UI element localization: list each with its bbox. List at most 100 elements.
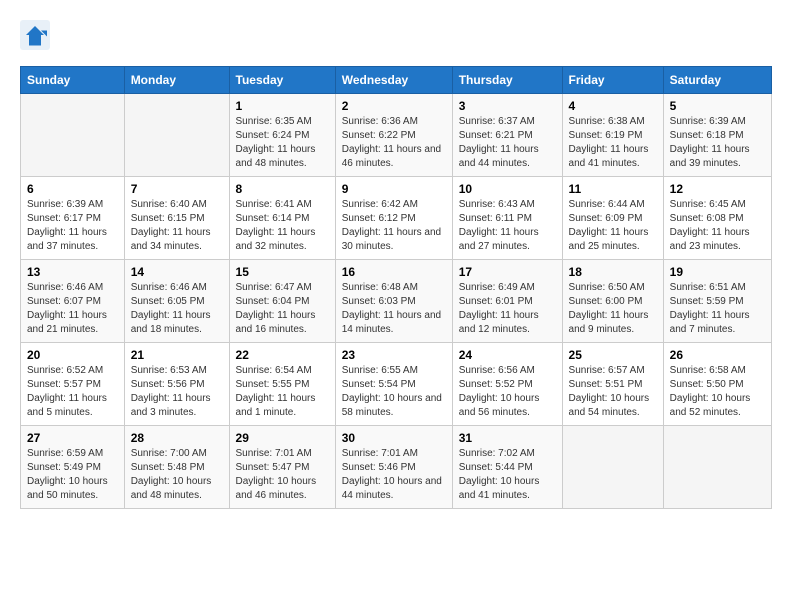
day-info: Sunrise: 7:00 AM Sunset: 5:48 PM Dayligh…: [131, 447, 223, 503]
calendar-cell: 13Sunrise: 6:46 AM Sunset: 6:07 PM Dayli…: [21, 260, 125, 343]
day-info: Sunrise: 6:57 AM Sunset: 5:51 PM Dayligh…: [569, 364, 657, 420]
day-number: 29: [236, 431, 329, 445]
calendar-body: 1 Sunrise: 6:35 AM Sunset: 6:24 PM Daylig…: [21, 94, 772, 509]
day-info: Sunrise: 7:01 AM Sunset: 5:47 PM Dayligh…: [236, 447, 329, 503]
calendar-cell: 23Sunrise: 6:55 AM Sunset: 5:54 PM Dayli…: [335, 343, 452, 426]
calendar-cell: [21, 94, 125, 177]
day-info: Sunrise: 6:42 AM Sunset: 6:12 PM Dayligh…: [342, 198, 446, 254]
day-info: Sunrise: 6:46 AM Sunset: 6:05 PM Dayligh…: [131, 281, 223, 337]
calendar-cell: 8 Sunrise: 6:41 AM Sunset: 6:14 PM Daylig…: [229, 177, 335, 260]
day-number: 26: [670, 348, 765, 362]
day-info: Sunrise: 6:43 AM Sunset: 6:11 PM Dayligh…: [459, 198, 556, 254]
day-info: Sunrise: 6:45 AM Sunset: 6:08 PM Dayligh…: [670, 198, 765, 254]
day-number: 3: [459, 99, 556, 113]
page-header: [20, 20, 772, 50]
calendar-cell: 2 Sunrise: 6:36 AM Sunset: 6:22 PM Daylig…: [335, 94, 452, 177]
logo: [20, 20, 54, 50]
day-number: 11: [569, 182, 657, 196]
day-number: 6: [27, 182, 118, 196]
calendar-week-3: 20Sunrise: 6:52 AM Sunset: 5:57 PM Dayli…: [21, 343, 772, 426]
day-number: 13: [27, 265, 118, 279]
day-info: Sunrise: 6:47 AM Sunset: 6:04 PM Dayligh…: [236, 281, 329, 337]
calendar-cell: 27 Sunrise: 6:59 AM Sunset: 5:49 PM Dayli…: [21, 426, 125, 509]
day-number: 1: [236, 99, 329, 113]
day-info: Sunrise: 6:48 AM Sunset: 6:03 PM Dayligh…: [342, 281, 446, 337]
day-number: 30: [342, 431, 446, 445]
calendar-cell: 6 Sunrise: 6:39 AM Sunset: 6:17 PM Daylig…: [21, 177, 125, 260]
day-info: Sunrise: 6:35 AM Sunset: 6:24 PM Dayligh…: [236, 115, 329, 171]
day-info: Sunrise: 6:36 AM Sunset: 6:22 PM Dayligh…: [342, 115, 446, 171]
calendar-cell: 7 Sunrise: 6:40 AM Sunset: 6:15 PM Daylig…: [124, 177, 229, 260]
day-number: 7: [131, 182, 223, 196]
calendar-cell: 12Sunrise: 6:45 AM Sunset: 6:08 PM Dayli…: [663, 177, 771, 260]
weekday-header-thursday: Thursday: [452, 67, 562, 94]
calendar-cell: 28 Sunrise: 7:00 AM Sunset: 5:48 PM Dayli…: [124, 426, 229, 509]
day-number: 31: [459, 431, 556, 445]
calendar-table: SundayMondayTuesdayWednesdayThursdayFrid…: [20, 66, 772, 509]
day-number: 25: [569, 348, 657, 362]
day-info: Sunrise: 7:02 AM Sunset: 5:44 PM Dayligh…: [459, 447, 556, 503]
calendar-week-2: 13Sunrise: 6:46 AM Sunset: 6:07 PM Dayli…: [21, 260, 772, 343]
day-number: 9: [342, 182, 446, 196]
calendar-cell: [124, 94, 229, 177]
day-number: 27: [27, 431, 118, 445]
calendar-week-1: 6 Sunrise: 6:39 AM Sunset: 6:17 PM Daylig…: [21, 177, 772, 260]
day-info: Sunrise: 6:53 AM Sunset: 5:56 PM Dayligh…: [131, 364, 223, 420]
weekday-header-saturday: Saturday: [663, 67, 771, 94]
day-info: Sunrise: 6:59 AM Sunset: 5:49 PM Dayligh…: [27, 447, 118, 503]
day-number: 28: [131, 431, 223, 445]
day-info: Sunrise: 6:54 AM Sunset: 5:55 PM Dayligh…: [236, 364, 329, 420]
day-info: Sunrise: 6:51 AM Sunset: 5:59 PM Dayligh…: [670, 281, 765, 337]
day-number: 18: [569, 265, 657, 279]
weekday-header-tuesday: Tuesday: [229, 67, 335, 94]
weekday-header-friday: Friday: [562, 67, 663, 94]
calendar-week-4: 27 Sunrise: 6:59 AM Sunset: 5:49 PM Dayli…: [21, 426, 772, 509]
calendar-cell: 30 Sunrise: 7:01 AM Sunset: 5:46 PM Dayli…: [335, 426, 452, 509]
calendar-cell: 21 Sunrise: 6:53 AM Sunset: 5:56 PM Dayli…: [124, 343, 229, 426]
calendar-cell: 17 Sunrise: 6:49 AM Sunset: 6:01 PM Dayli…: [452, 260, 562, 343]
weekday-header-wednesday: Wednesday: [335, 67, 452, 94]
day-number: 23: [342, 348, 446, 362]
logo-icon: [20, 20, 50, 50]
calendar-cell: 16 Sunrise: 6:48 AM Sunset: 6:03 PM Dayli…: [335, 260, 452, 343]
calendar-cell: 11 Sunrise: 6:44 AM Sunset: 6:09 PM Dayli…: [562, 177, 663, 260]
calendar-cell: 9 Sunrise: 6:42 AM Sunset: 6:12 PM Daylig…: [335, 177, 452, 260]
calendar-cell: 4Sunrise: 6:38 AM Sunset: 6:19 PM Daylig…: [562, 94, 663, 177]
day-info: Sunrise: 6:40 AM Sunset: 6:15 PM Dayligh…: [131, 198, 223, 254]
day-number: 10: [459, 182, 556, 196]
calendar-cell: 18Sunrise: 6:50 AM Sunset: 6:00 PM Dayli…: [562, 260, 663, 343]
day-info: Sunrise: 6:41 AM Sunset: 6:14 PM Dayligh…: [236, 198, 329, 254]
day-info: Sunrise: 6:44 AM Sunset: 6:09 PM Dayligh…: [569, 198, 657, 254]
day-number: 5: [670, 99, 765, 113]
day-info: Sunrise: 6:38 AM Sunset: 6:19 PM Dayligh…: [569, 115, 657, 171]
calendar-cell: 29 Sunrise: 7:01 AM Sunset: 5:47 PM Dayli…: [229, 426, 335, 509]
calendar-header: SundayMondayTuesdayWednesdayThursdayFrid…: [21, 67, 772, 94]
day-number: 8: [236, 182, 329, 196]
day-info: Sunrise: 6:49 AM Sunset: 6:01 PM Dayligh…: [459, 281, 556, 337]
day-number: 16: [342, 265, 446, 279]
day-number: 21: [131, 348, 223, 362]
day-number: 22: [236, 348, 329, 362]
day-number: 24: [459, 348, 556, 362]
day-number: 17: [459, 265, 556, 279]
calendar-cell: [562, 426, 663, 509]
calendar-week-0: 1 Sunrise: 6:35 AM Sunset: 6:24 PM Daylig…: [21, 94, 772, 177]
calendar-cell: 25 Sunrise: 6:57 AM Sunset: 5:51 PM Dayli…: [562, 343, 663, 426]
weekday-header-row: SundayMondayTuesdayWednesdayThursdayFrid…: [21, 67, 772, 94]
day-number: 2: [342, 99, 446, 113]
calendar-cell: 14Sunrise: 6:46 AM Sunset: 6:05 PM Dayli…: [124, 260, 229, 343]
calendar-cell: 22 Sunrise: 6:54 AM Sunset: 5:55 PM Dayli…: [229, 343, 335, 426]
calendar-cell: 3 Sunrise: 6:37 AM Sunset: 6:21 PM Daylig…: [452, 94, 562, 177]
day-info: Sunrise: 6:58 AM Sunset: 5:50 PM Dayligh…: [670, 364, 765, 420]
calendar-cell: 26 Sunrise: 6:58 AM Sunset: 5:50 PM Dayli…: [663, 343, 771, 426]
day-info: Sunrise: 6:37 AM Sunset: 6:21 PM Dayligh…: [459, 115, 556, 171]
day-info: Sunrise: 6:56 AM Sunset: 5:52 PM Dayligh…: [459, 364, 556, 420]
calendar-cell: 10 Sunrise: 6:43 AM Sunset: 6:11 PM Dayli…: [452, 177, 562, 260]
day-number: 20: [27, 348, 118, 362]
calendar-cell: 24 Sunrise: 6:56 AM Sunset: 5:52 PM Dayli…: [452, 343, 562, 426]
day-number: 15: [236, 265, 329, 279]
calendar-cell: 1 Sunrise: 6:35 AM Sunset: 6:24 PM Daylig…: [229, 94, 335, 177]
day-info: Sunrise: 7:01 AM Sunset: 5:46 PM Dayligh…: [342, 447, 446, 503]
day-info: Sunrise: 6:39 AM Sunset: 6:17 PM Dayligh…: [27, 198, 118, 254]
calendar-cell: 15 Sunrise: 6:47 AM Sunset: 6:04 PM Dayli…: [229, 260, 335, 343]
